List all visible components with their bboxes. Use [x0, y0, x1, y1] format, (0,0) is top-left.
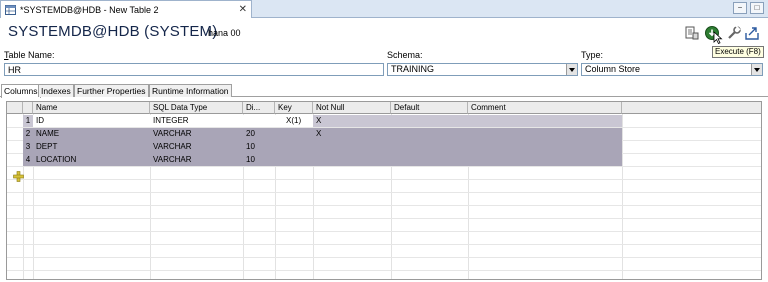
- cell-not-null[interactable]: [313, 154, 391, 166]
- cell-sql-data-type[interactable]: VARCHAR: [150, 141, 243, 153]
- cell-default[interactable]: [391, 115, 468, 127]
- cell-name[interactable]: DEPT: [33, 141, 150, 153]
- column-header-comment[interactable]: Comment: [468, 102, 622, 114]
- table-icon: [5, 4, 16, 15]
- cell-name[interactable]: ID: [33, 115, 150, 127]
- editor-tab-bar: *SYSTEMDB@HDB - New Table 2 ✕ − □: [0, 0, 768, 18]
- grid-line: [7, 166, 761, 167]
- grid-line: [7, 257, 761, 258]
- table-editor-window: *SYSTEMDB@HDB - New Table 2 ✕ − □ SYSTEM…: [0, 0, 768, 282]
- tab-indexes[interactable]: Indexes: [38, 84, 74, 97]
- execute-icon[interactable]: [704, 25, 723, 44]
- cell-comment[interactable]: [468, 154, 622, 166]
- cell-dimension[interactable]: 10: [243, 141, 275, 153]
- cell-not-null[interactable]: [313, 141, 391, 153]
- cell-default[interactable]: [391, 128, 468, 140]
- cell-not-null[interactable]: X: [313, 115, 391, 127]
- column-header-not-null[interactable]: Not Null: [313, 102, 391, 114]
- editor-tab-title: *SYSTEMDB@HDB - New Table 2: [20, 4, 159, 15]
- grid-line: [7, 179, 761, 180]
- grid-line: [7, 205, 761, 206]
- table-name-label: Table Name:: [4, 50, 55, 60]
- cell-not-null[interactable]: X: [313, 128, 391, 140]
- cell-name[interactable]: NAME: [33, 128, 150, 140]
- grid-line: [7, 244, 761, 245]
- cell-key[interactable]: X(1): [283, 115, 313, 127]
- column-header-dimension[interactable]: Di...: [243, 102, 275, 114]
- cell-comment[interactable]: [468, 141, 622, 153]
- cell-default[interactable]: [391, 154, 468, 166]
- editor-header: SYSTEMDB@HDB (SYSTEM) hana 00: [0, 19, 768, 46]
- type-select[interactable]: Column Store: [581, 63, 763, 76]
- row-handle-header: [7, 102, 23, 114]
- wrench-icon[interactable]: [726, 25, 742, 41]
- row-number[interactable]: 1: [24, 115, 32, 127]
- schema-label: Schema:: [387, 50, 423, 60]
- row-number[interactable]: 4: [24, 154, 32, 166]
- column-header-key[interactable]: Key: [275, 102, 313, 114]
- system-name: hana 00: [208, 28, 241, 38]
- row-number-header: [23, 102, 33, 114]
- page-title: SYSTEMDB@HDB (SYSTEM): [8, 23, 218, 40]
- grid-line: [7, 192, 761, 193]
- tab-columns[interactable]: Columns: [1, 84, 41, 98]
- schema-select[interactable]: TRAINING: [387, 63, 578, 76]
- grid-line: [7, 218, 761, 219]
- execute-tooltip: Execute (F8): [712, 46, 764, 58]
- cell-sql-data-type[interactable]: INTEGER: [150, 115, 243, 127]
- cell-dimension[interactable]: 10: [243, 154, 275, 166]
- sql-console-icon[interactable]: [684, 25, 700, 41]
- cell-name[interactable]: LOCATION: [33, 154, 150, 166]
- plus-icon[interactable]: [13, 171, 24, 182]
- row-number[interactable]: 3: [24, 141, 32, 153]
- editor-tab[interactable]: *SYSTEMDB@HDB - New Table 2 ✕: [0, 0, 252, 18]
- cell-sql-data-type[interactable]: VARCHAR: [150, 128, 243, 140]
- tab-runtime-information[interactable]: Runtime Information: [149, 84, 232, 97]
- chevron-down-icon[interactable]: [566, 64, 577, 75]
- columns-grid[interactable]: Name SQL Data Type Di... Key Not Null De…: [6, 101, 762, 280]
- grid-line: [7, 231, 761, 232]
- cell-key[interactable]: [283, 128, 313, 140]
- maximize-button[interactable]: □: [750, 2, 764, 14]
- chevron-down-icon[interactable]: [751, 64, 762, 75]
- editor-subtabs: Columns Indexes Further Properties Runti…: [0, 84, 768, 98]
- type-value: Column Store: [585, 64, 641, 74]
- cell-dimension[interactable]: 20: [243, 128, 275, 140]
- row-number[interactable]: 2: [24, 128, 32, 140]
- column-header-default[interactable]: Default: [391, 102, 468, 114]
- cell-comment[interactable]: [468, 128, 622, 140]
- grid-line: [7, 270, 761, 271]
- cell-key[interactable]: [283, 154, 313, 166]
- cell-key[interactable]: [283, 141, 313, 153]
- cell-dimension[interactable]: [243, 115, 275, 127]
- column-header-sql-data-type[interactable]: SQL Data Type: [150, 102, 243, 114]
- cell-comment[interactable]: [468, 115, 622, 127]
- schema-value: TRAINING: [391, 64, 435, 74]
- table-name-label-text: able Name:: [8, 50, 55, 60]
- column-header-name[interactable]: Name: [33, 102, 150, 114]
- type-label: Type:: [581, 50, 604, 60]
- table-name-input[interactable]: [4, 63, 384, 76]
- cell-sql-data-type[interactable]: VARCHAR: [150, 154, 243, 166]
- export-icon[interactable]: [744, 25, 760, 41]
- tab-further-properties[interactable]: Further Properties: [74, 84, 149, 97]
- cell-default[interactable]: [391, 141, 468, 153]
- grid-line: [622, 114, 623, 279]
- minimize-button[interactable]: −: [733, 2, 747, 14]
- column-header-filler: [622, 102, 761, 114]
- close-icon[interactable]: ✕: [239, 4, 247, 15]
